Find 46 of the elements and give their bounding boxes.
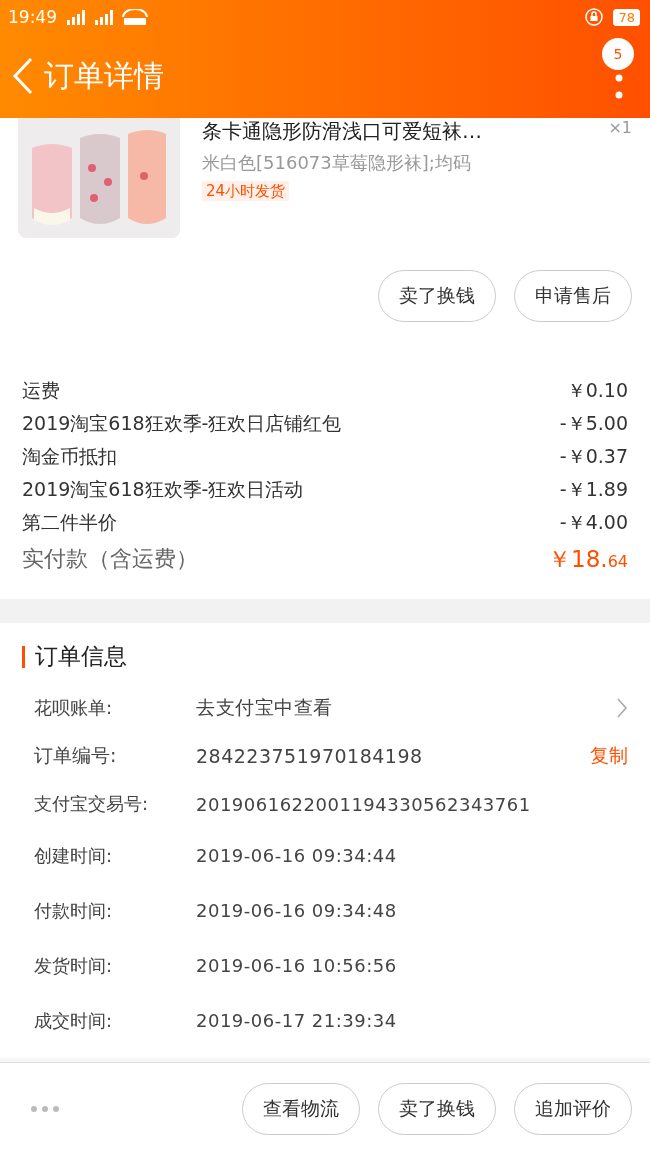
info-label: 创建时间: — [34, 843, 114, 868]
action-button[interactable]: 查看物流 — [242, 1083, 360, 1135]
info-label: 订单编号: — [34, 743, 118, 768]
back-icon[interactable] — [12, 57, 34, 95]
action-button[interactable]: 申请售后 — [514, 270, 632, 322]
status-time: 19:49 — [8, 7, 57, 27]
more-icon[interactable] — [615, 74, 623, 100]
info-label: 花呗账单: — [34, 696, 114, 720]
charge-amount: ￥0.10 — [566, 377, 628, 403]
charge-label: 第二件半价 — [22, 509, 117, 535]
charge-amount: -￥4.00 — [559, 509, 628, 535]
info-value: 2019-06-17 21:39:34 — [196, 1010, 398, 1031]
accent-bar — [22, 645, 25, 668]
product-title: 条卡通隐形防滑浅口可爱短袜… — [202, 118, 482, 145]
info-value: 284223751970184198 — [196, 745, 424, 767]
charge-label: 2019淘宝618狂欢季-狂欢日店铺红包 — [22, 410, 342, 436]
chevron-right-icon[interactable] — [616, 697, 628, 719]
lock-icon — [585, 8, 604, 26]
action-button[interactable]: 卖了换钱 — [378, 270, 496, 322]
charge-label: 2019淘宝618狂欢季-狂欢日活动 — [22, 476, 304, 502]
info-link[interactable]: 去支付宝中查看 — [196, 695, 616, 721]
charge-amount: -￥1.89 — [559, 476, 628, 502]
charge-label: 运费 — [22, 377, 60, 403]
info-label: 成交时间: — [34, 1008, 114, 1033]
info-label: 支付宝交易号: — [34, 792, 150, 816]
quantity-text: ×1 — [608, 118, 632, 137]
action-button[interactable]: 卖了换钱 — [378, 1083, 496, 1135]
sku-text: 米白色[516073草莓隐形袜];均码 — [202, 151, 472, 175]
info-value: 2019-06-16 09:34:48 — [196, 900, 398, 921]
total-amount: ￥18.64 — [548, 544, 628, 574]
charge-amount: -￥0.37 — [559, 443, 628, 469]
info-value: 2019-06-16 10:56:56 — [196, 955, 398, 976]
charge-label: 淘金币抵扣 — [22, 443, 117, 469]
info-value: 2019-06-16 09:34:44 — [196, 845, 398, 866]
battery-indicator: 78 — [613, 8, 640, 26]
info-value: 2019061622001194330562343761 — [196, 793, 532, 815]
info-label: 发货时间: — [34, 953, 114, 978]
action-button[interactable]: 追加评价 — [514, 1083, 632, 1135]
more-icon[interactable] — [30, 1105, 60, 1113]
notification-badge: 5 — [602, 38, 634, 70]
charge-amount: -￥5.00 — [559, 410, 628, 436]
page-title: 订单详情 — [44, 56, 165, 95]
info-label: 付款时间: — [34, 898, 114, 923]
shipping-tag: 24小时发货 — [202, 181, 290, 201]
total-label: 实付款（含运费） — [22, 545, 198, 573]
section-title: 订单信息 — [35, 642, 127, 671]
